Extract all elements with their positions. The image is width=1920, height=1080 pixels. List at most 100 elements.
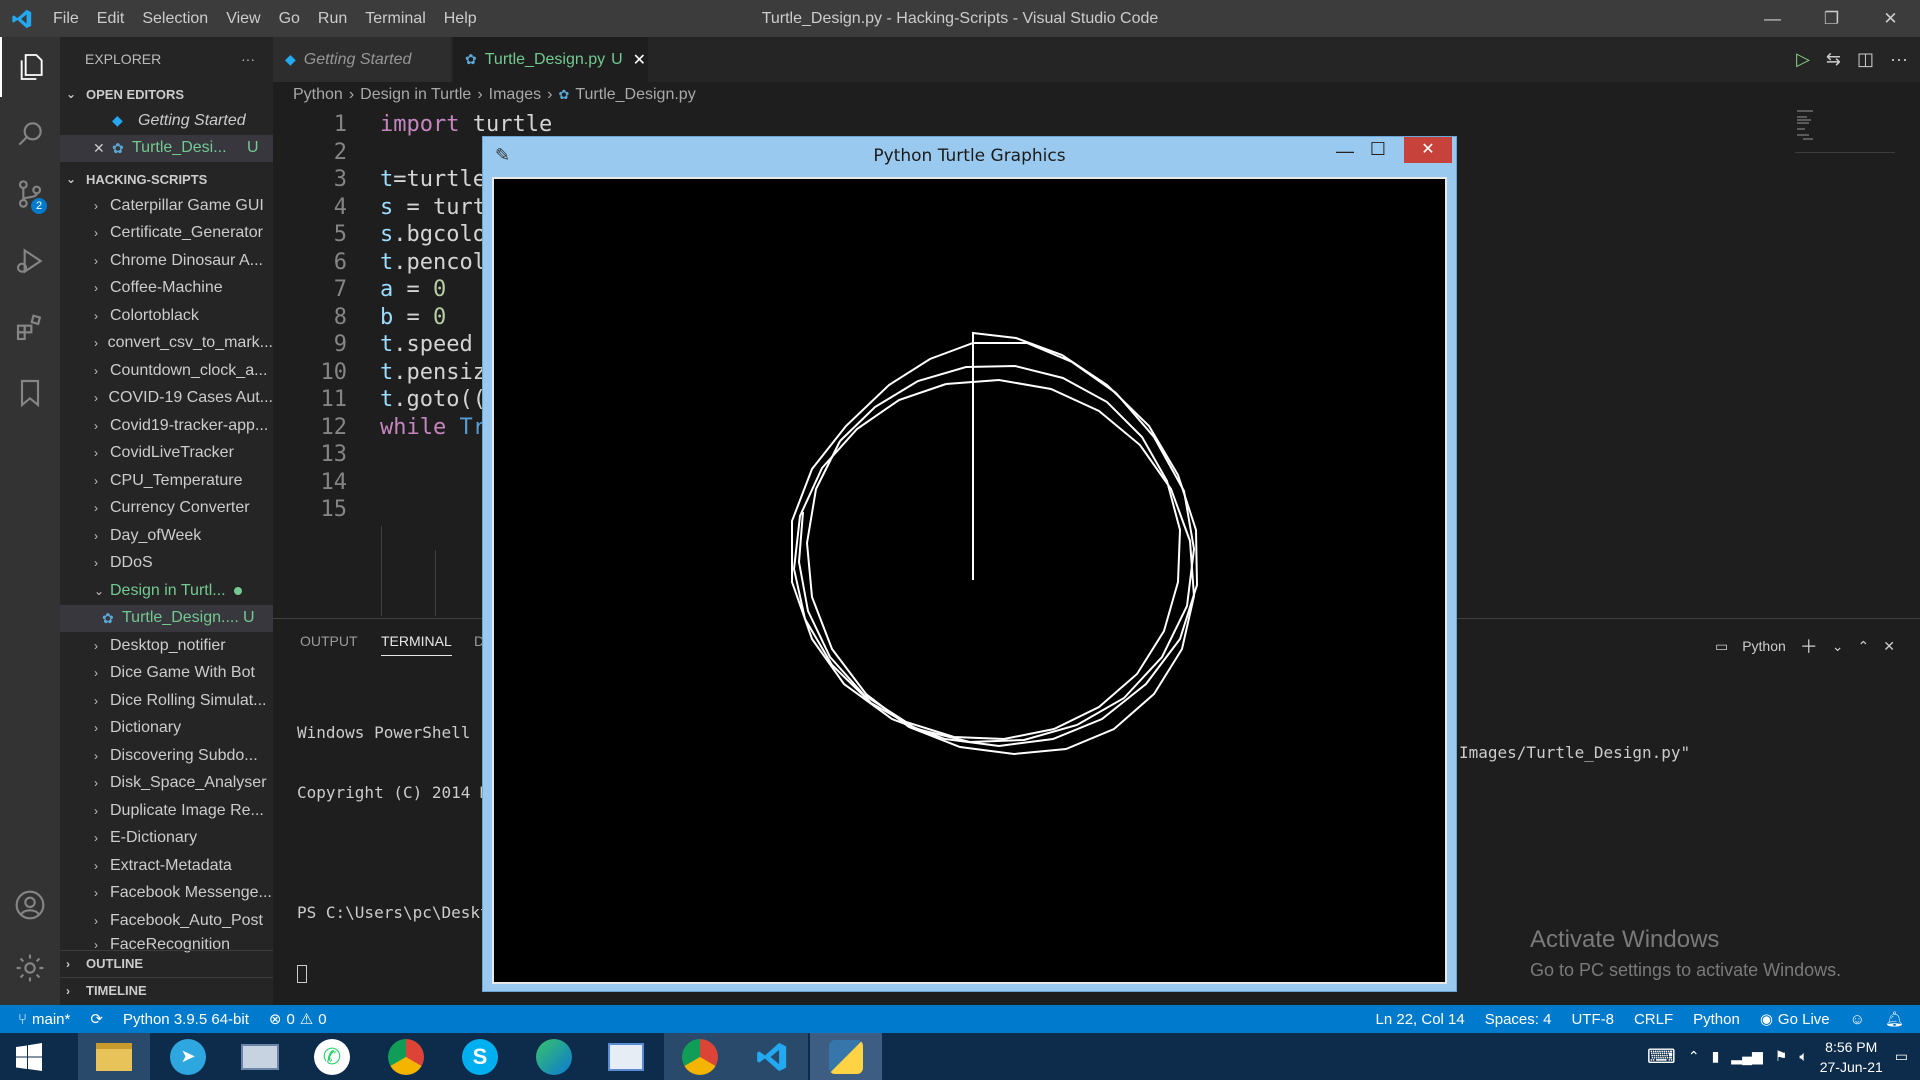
sync-button[interactable]: ⟳ — [80, 1010, 113, 1028]
close-button[interactable]: ✕ — [1861, 0, 1920, 37]
notifications-bell-icon[interactable]: 🔔︎ — [1875, 1010, 1920, 1028]
chevron-down-icon[interactable]: ⌄ — [1832, 638, 1844, 655]
start-button[interactable] — [0, 1033, 58, 1080]
breadcrumb-item[interactable]: Design in Turtle — [360, 86, 471, 104]
run-debug-icon[interactable] — [0, 231, 60, 291]
clock[interactable]: 8:56 PM 27-Jun-21 — [1820, 1037, 1883, 1077]
restore-button[interactable]: ❐ — [1802, 0, 1861, 37]
menu-selection[interactable]: Selection — [133, 0, 217, 37]
close-tab-button[interactable]: ✕ — [633, 50, 646, 70]
workspace-section[interactable]: ⌄ HACKING-SCRIPTS — [60, 166, 273, 192]
folder-item[interactable]: › Day_ofWeek — [94, 522, 273, 550]
file-item-turtle-design[interactable]: ✿ Turtle_Design.... U — [60, 604, 273, 632]
breadcrumb-item[interactable]: Python — [293, 86, 343, 104]
compare-changes-icon[interactable]: ⇆ — [1826, 49, 1841, 70]
folder-item[interactable]: › Disk_Space_Analyser — [94, 770, 273, 798]
folder-item[interactable]: › Duplicate Image Re... — [94, 797, 273, 825]
mail-taskbar-icon[interactable] — [590, 1033, 662, 1080]
tab-output[interactable]: OUTPUT — [300, 633, 358, 649]
turtle-close-button[interactable]: ✕ — [1404, 137, 1452, 163]
whatsapp-taskbar-icon[interactable]: ✆ — [296, 1033, 368, 1080]
problems-status[interactable]: ⊗ 0 ⚠ 0 — [259, 1010, 337, 1029]
menu-edit[interactable]: Edit — [88, 0, 134, 37]
indentation-status[interactable]: Spaces: 4 — [1475, 1011, 1562, 1028]
turtle-title-bar[interactable]: ✎ Python Turtle Graphics — ☐ ✕ — [483, 137, 1456, 177]
minimize-button[interactable]: — — [1743, 0, 1802, 37]
folder-item[interactable]: › Desktop_notifier — [94, 632, 273, 660]
explorer-icon[interactable] — [0, 37, 60, 97]
folder-item[interactable]: › Dice Game With Bot — [94, 660, 273, 688]
menu-help[interactable]: Help — [435, 0, 486, 37]
close-panel-icon[interactable]: ✕ — [1883, 638, 1895, 655]
folder-item[interactable]: › convert_csv_to_mark... — [94, 330, 273, 358]
more-actions-icon[interactable]: ··· — [1890, 49, 1908, 70]
python-taskbar-icon[interactable] — [810, 1033, 882, 1080]
folder-item[interactable]: › Colortoblack — [94, 302, 273, 330]
eol-status[interactable]: CRLF — [1624, 1011, 1683, 1028]
breadcrumb-item[interactable]: Turtle_Design.py — [575, 86, 695, 104]
volume-icon[interactable]: 🔈︎ — [1799, 1048, 1807, 1065]
extensions-icon[interactable] — [0, 297, 60, 357]
settings-gear-icon[interactable] — [0, 938, 60, 998]
menu-file[interactable]: File — [44, 0, 88, 37]
folder-item[interactable]: › Caterpillar Game GUI — [94, 192, 273, 220]
open-editor-getting-started[interactable]: ◆ Getting Started — [60, 107, 273, 135]
explorer-more-button[interactable]: ··· — [241, 51, 255, 67]
folder-item[interactable]: › CovidLiveTracker — [94, 440, 273, 468]
terminal-output[interactable]: Windows PowerShell Copyright (C) 2014 M … — [297, 683, 499, 1023]
open-editors-section[interactable]: ⌄ OPEN EDITORS — [60, 81, 273, 107]
folder-item[interactable]: › Extract-Metadata — [94, 852, 273, 880]
chrome-profile-taskbar-icon[interactable] — [664, 1033, 736, 1080]
turtle-minimize-button[interactable]: — — [1336, 141, 1354, 162]
chevron-up-icon[interactable]: ⌃ — [1688, 1048, 1700, 1065]
menu-go[interactable]: Go — [270, 0, 309, 37]
search-icon[interactable] — [0, 104, 60, 164]
folder-item[interactable]: › E-Dictionary — [94, 825, 273, 853]
source-control-icon[interactable]: 2 — [0, 164, 60, 224]
language-mode[interactable]: Python — [1683, 1011, 1750, 1028]
menu-view[interactable]: View — [217, 0, 269, 37]
timeline-section[interactable]: › TIMELINE — [60, 977, 273, 1003]
interpreter-status[interactable]: Python 3.9.5 64-bit — [113, 1011, 259, 1028]
terminal-shell-label[interactable]: Python — [1742, 638, 1786, 654]
folder-item[interactable]: › DDoS — [94, 550, 273, 578]
keyboard-icon[interactable]: ⌨ — [1647, 1044, 1676, 1069]
encoding-status[interactable]: UTF-8 — [1561, 1011, 1624, 1028]
chrome-taskbar-icon[interactable] — [370, 1033, 442, 1080]
file-explorer-taskbar-icon[interactable] — [78, 1033, 150, 1080]
flag-icon[interactable]: ⚑ — [1775, 1048, 1788, 1065]
bookmarks-icon[interactable] — [0, 363, 60, 423]
turtle-graphics-window[interactable]: ✎ Python Turtle Graphics — ☐ ✕ — [482, 136, 1457, 992]
close-icon[interactable]: ✕ — [93, 140, 112, 157]
folder-item[interactable]: › Countdown_clock_a... — [94, 357, 273, 385]
folder-item[interactable]: › Facebook_Auto_Post — [94, 907, 273, 935]
folder-item[interactable]: › Dice Rolling Simulat... — [94, 687, 273, 715]
folder-item[interactable]: › COVID-19 Cases Aut... — [94, 385, 273, 413]
keyboard-app-taskbar-icon[interactable] — [224, 1033, 296, 1080]
tab-terminal[interactable]: TERMINAL — [381, 633, 452, 656]
split-editor-icon[interactable]: ◫ — [1857, 49, 1874, 70]
folder-item[interactable]: › Coffee-Machine — [94, 275, 273, 303]
vscode-taskbar-icon[interactable] — [736, 1033, 808, 1080]
turtle-maximize-button[interactable]: ☐ — [1370, 139, 1386, 160]
breadcrumb-item[interactable]: Images — [489, 86, 541, 104]
open-editor-turtle-design[interactable]: ✕ ✿ Turtle_Desi... U — [60, 134, 273, 162]
folder-item[interactable]: › Facebook Messenge... — [94, 880, 273, 908]
go-live-button[interactable]: ◉ Go Live — [1750, 1010, 1840, 1029]
tab-turtle-design[interactable]: ✿ Turtle_Design.py U ✕ — [453, 37, 648, 82]
run-file-icon[interactable]: ▷ — [1796, 49, 1810, 70]
accounts-icon[interactable] — [0, 875, 60, 935]
telegram-taskbar-icon[interactable]: ➤ — [152, 1033, 224, 1080]
folder-item[interactable]: › CPU_Temperature — [94, 467, 273, 495]
folder-item[interactable]: › Chrome Dinosaur A... — [94, 247, 273, 275]
folder-item[interactable]: › Currency Converter — [94, 495, 273, 523]
menu-run[interactable]: Run — [309, 0, 356, 37]
minimap[interactable] — [1795, 108, 1895, 158]
folder-item-open[interactable]: ⌄ Design in Turtl... — [94, 577, 273, 605]
tab-getting-started[interactable]: ◆ Getting Started — [273, 37, 451, 82]
folder-item[interactable]: › Discovering Subdo... — [94, 742, 273, 770]
maximize-panel-icon[interactable]: ⌃ — [1858, 638, 1870, 655]
notification-center-icon[interactable]: ▭ — [1895, 1048, 1908, 1065]
skype-taskbar-icon[interactable]: S — [444, 1033, 516, 1080]
folder-item[interactable]: › Covid19-tracker-app... — [94, 412, 273, 440]
